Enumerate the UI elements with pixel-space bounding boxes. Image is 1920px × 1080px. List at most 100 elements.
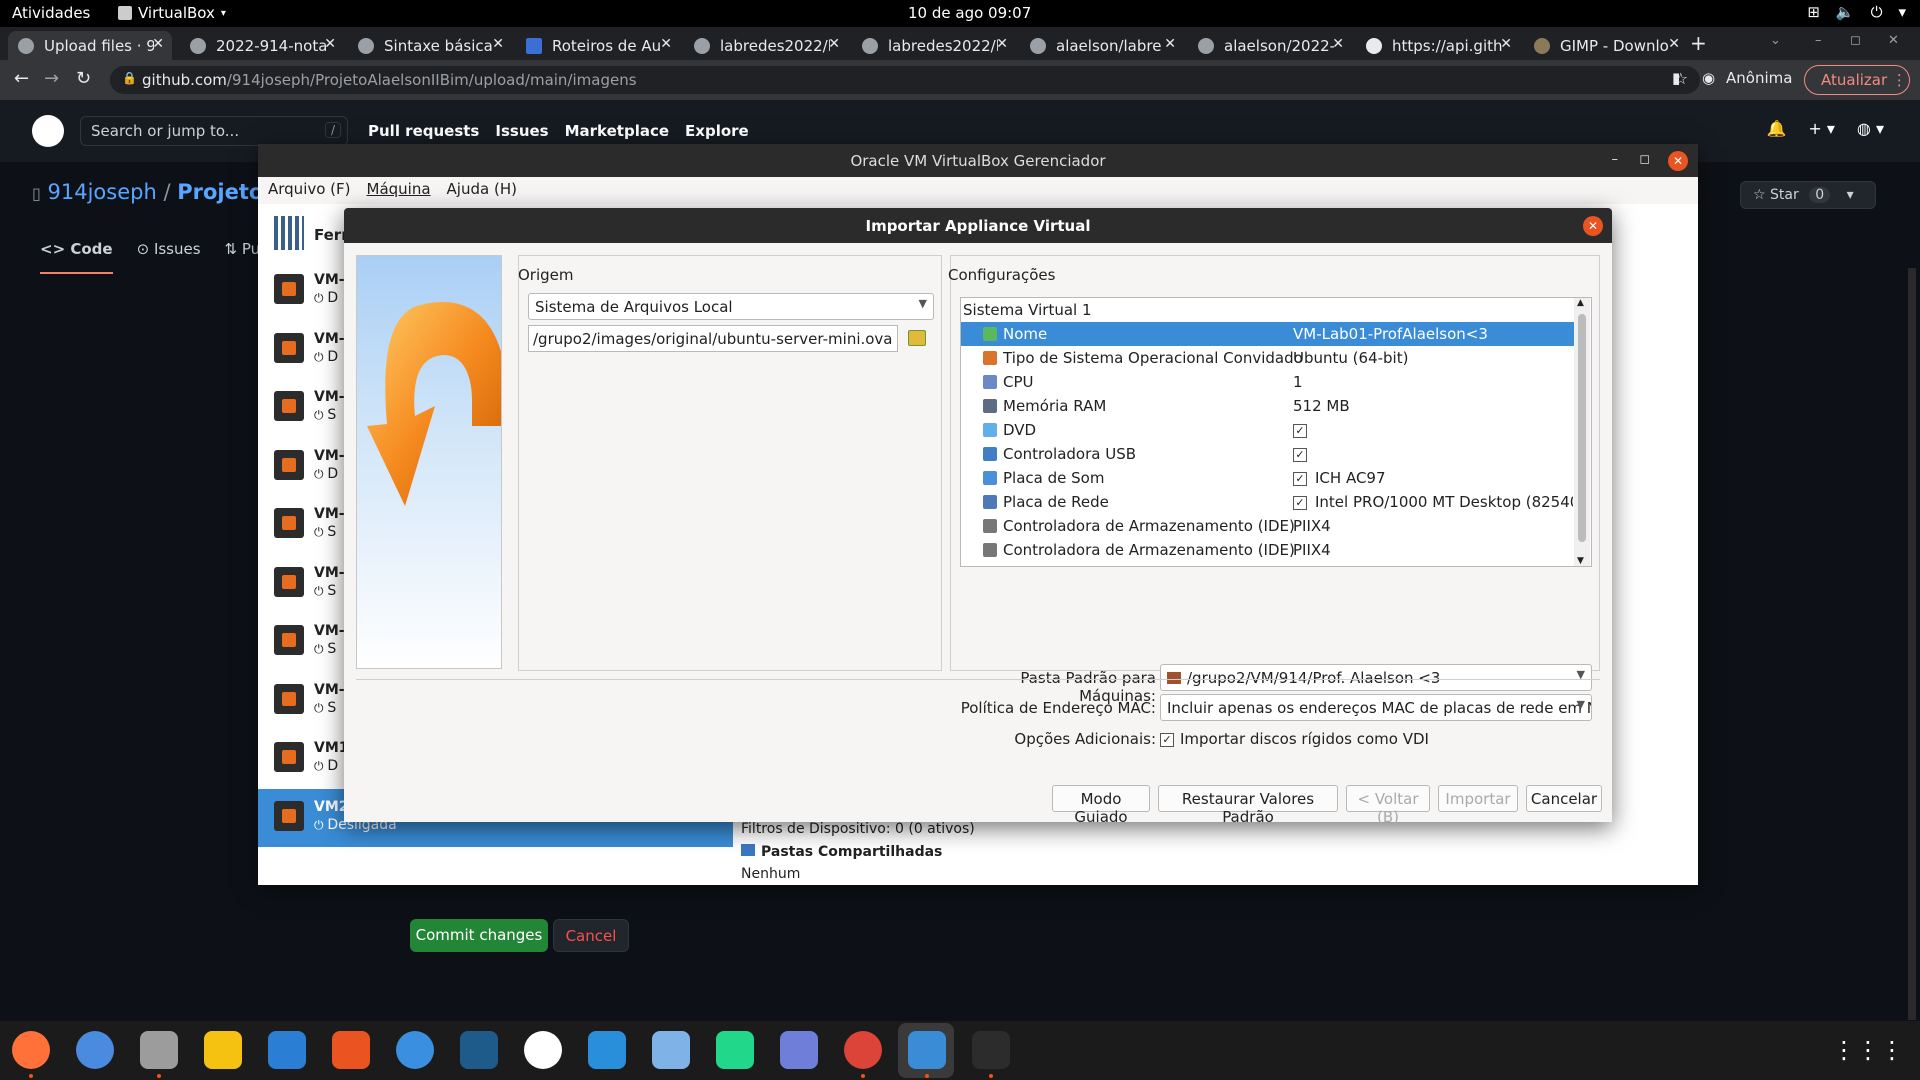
tree-row[interactable]: Placa de Som ✓ ICH AC97 — [961, 466, 1575, 490]
tree-row[interactable]: Controladora de Armazenamento (IDE) PIIX4 — [961, 538, 1575, 562]
inkscape-icon[interactable] — [524, 1031, 562, 1069]
incognito-icon[interactable]: ◉ — [1702, 69, 1715, 87]
virtualbox-cube-icon[interactable] — [652, 1031, 690, 1069]
cancel-button[interactable]: Cancelar — [1526, 785, 1602, 812]
close-icon[interactable]: ✕ — [492, 36, 504, 52]
close-icon[interactable]: ✕ — [1164, 36, 1176, 52]
browse-file-icon[interactable] — [908, 330, 926, 346]
profile-label[interactable]: Anônima — [1726, 69, 1792, 87]
row-value[interactable]: ✓ ICH AC97 — [1293, 469, 1573, 487]
tree-row[interactable]: Placa de Rede ✓ Intel PRO/1000 MT Desktop … — [961, 490, 1575, 514]
row-value[interactable]: ✓ Intel PRO/1000 MT Desktop (82540… — [1293, 493, 1573, 511]
file-path-input[interactable]: /grupo2/images/original/ubuntu-server-mi… — [528, 325, 898, 352]
tree-row[interactable]: Nome VM-Lab01-ProfAlaelson<3 — [961, 322, 1575, 346]
search-input[interactable]: Search or jump to... / — [80, 116, 348, 146]
thunderbird-icon[interactable] — [76, 1031, 114, 1069]
scroll-down-icon[interactable]: ▼ — [1577, 556, 1584, 566]
row-value[interactable]: ✓ — [1293, 445, 1573, 463]
row-value[interactable]: ✓ — [1293, 421, 1573, 439]
tree-row[interactable]: CPU 1 — [961, 370, 1575, 394]
mac-policy-select[interactable]: Incluir apenas os endereços MAC de placa… — [1160, 694, 1592, 721]
tree-row[interactable]: DVD ✓ — [961, 418, 1575, 442]
nav-issues[interactable]: Issues — [495, 122, 548, 140]
tab-notas[interactable]: 2022-914-notas ✕ — [180, 31, 344, 60]
row-value[interactable]: VM-Lab01-ProfAlaelson<3 — [1293, 325, 1573, 343]
tools-icon[interactable] — [274, 216, 304, 250]
tab-search-icon[interactable]: ⌄ — [1770, 33, 1781, 48]
tab-labredes-2[interactable]: labredes2022/l ✕ — [852, 31, 1016, 60]
close-icon[interactable]: ✕ — [1668, 36, 1680, 52]
tree-system-header[interactable]: Sistema Virtual 1 — [961, 298, 1575, 322]
reload-icon[interactable]: ↻ — [76, 68, 91, 89]
collapse-arrow-icon[interactable]: ▼ — [967, 565, 975, 566]
tab-alaelson-labre[interactable]: alaelson/labre ✕ — [1020, 31, 1184, 60]
machine-folder-select[interactable]: /grupo2/VM/914/Prof. Alaelson <3 ▼ — [1160, 664, 1592, 691]
tree-row[interactable]: Controladora de Armazenamento (IDE) PIIX4 — [961, 514, 1575, 538]
tab-pull-requests[interactable]: ⇅ Pu — [225, 240, 261, 274]
bell-icon[interactable]: 🔔 — [1766, 119, 1786, 138]
plus-icon[interactable]: + ▾ — [1808, 119, 1835, 138]
chrome-icon[interactable] — [844, 1031, 882, 1069]
scroll-up-icon[interactable]: ▲ — [1577, 298, 1584, 308]
tree-row[interactable]: Memória RAM 512 MB — [961, 394, 1575, 418]
address-bar[interactable]: 🔒 github.com/914joseph/ProjetoAlaelsonII… — [110, 66, 1700, 94]
row-checkbox[interactable]: ✓ — [1293, 495, 1307, 510]
forward-icon[interactable]: → — [44, 68, 59, 89]
close-icon[interactable]: ✕ — [996, 36, 1008, 52]
import-as-vdi-label[interactable]: Importar discos rígidos como VDI — [1180, 730, 1429, 748]
tree-row[interactable]: Tipo de Sistema Operacional Convidado Ubu… — [961, 346, 1575, 370]
tree-row[interactable]: Controladora USB ✓ — [961, 442, 1575, 466]
scrollbar-thumb[interactable] — [1578, 314, 1586, 542]
restore-defaults-button[interactable]: Restaurar Valores Padrão — [1158, 785, 1338, 826]
close-icon[interactable]: ✕ — [1332, 36, 1344, 52]
back-button[interactable]: < Voltar (B) — [1346, 785, 1430, 826]
tab-code[interactable]: <> Code — [40, 240, 113, 274]
nav-marketplace[interactable]: Marketplace — [565, 122, 669, 140]
activities-button[interactable]: Atividades — [12, 4, 90, 22]
close-icon[interactable]: ✕ — [152, 36, 164, 52]
row-checkbox[interactable]: ✓ — [1293, 447, 1307, 462]
close-icon[interactable]: ✕ — [1668, 151, 1688, 171]
appliance-settings-tree[interactable]: Sistema Virtual 1 Nome VM-Lab01-ProfAlael… — [960, 297, 1592, 567]
menu-arquivo[interactable]: Arquivo (F) — [268, 180, 351, 198]
close-window-icon[interactable]: ✕ — [1888, 33, 1899, 48]
row-checkbox[interactable]: ✓ — [1293, 423, 1307, 438]
nav-pull-requests[interactable]: Pull requests — [368, 122, 479, 140]
star-button[interactable]: ☆ Star 0 ▾ — [1740, 181, 1876, 209]
back-icon[interactable]: ← — [14, 68, 29, 89]
update-button[interactable]: Atualizar ⋮ — [1804, 65, 1910, 95]
tab-labredes-1[interactable]: labredes2022/l ✕ — [684, 31, 848, 60]
menu-ajuda[interactable]: Ajuda (H) — [447, 180, 517, 198]
nav-explore[interactable]: Explore — [685, 122, 749, 140]
repo-owner-link[interactable]: 914joseph — [48, 180, 157, 204]
import-as-vdi-checkbox[interactable]: ✓ — [1160, 733, 1174, 747]
close-icon[interactable]: ✕ — [1500, 36, 1512, 52]
maximize-icon[interactable]: ◻ — [1639, 152, 1650, 167]
page-scrollbar[interactable] — [1908, 268, 1916, 1020]
row-value[interactable]: PIIX4 — [1293, 541, 1573, 559]
close-icon[interactable]: ✕ — [660, 36, 672, 52]
system-monitor-icon[interactable] — [908, 1031, 946, 1069]
avatar[interactable]: ◍ ▾ — [1857, 119, 1884, 138]
rhythmbox-icon[interactable] — [204, 1031, 242, 1069]
row-value[interactable]: Ubuntu (64-bit) — [1293, 349, 1573, 367]
row-value[interactable]: 1 — [1293, 373, 1573, 391]
pycharm-icon[interactable] — [716, 1031, 754, 1069]
new-tab-icon[interactable]: + — [1690, 31, 1707, 55]
chevron-down-icon[interactable]: ▾ — [1847, 187, 1854, 203]
row-value[interactable]: 512 MB — [1293, 397, 1573, 415]
tab-upload-files[interactable]: Upload files · 9 ✕ — [8, 31, 172, 60]
row-value[interactable]: PIIX4 — [1293, 517, 1573, 535]
tab-api-github[interactable]: https://api.gith ✕ — [1356, 31, 1520, 60]
row-value[interactable]: AHCI — [1293, 565, 1573, 566]
tree-row[interactable]: ▼ Controladora de Armazenamento (SATA)AHC… — [961, 562, 1575, 566]
app-menu[interactable]: VirtualBox ▾ — [118, 4, 226, 22]
files-icon[interactable] — [140, 1031, 178, 1069]
source-select[interactable]: Sistema de Arquivos Local ▼ — [528, 293, 934, 320]
firefox-icon[interactable] — [12, 1031, 50, 1069]
tab-roteiros[interactable]: Roteiros de Au ✕ — [516, 31, 680, 60]
github-logo-icon[interactable] — [32, 115, 64, 147]
settings-scrollbar[interactable]: ▲ ▼ — [1574, 298, 1590, 566]
screenshot-icon[interactable] — [780, 1031, 818, 1069]
terminal-icon[interactable] — [972, 1031, 1010, 1069]
